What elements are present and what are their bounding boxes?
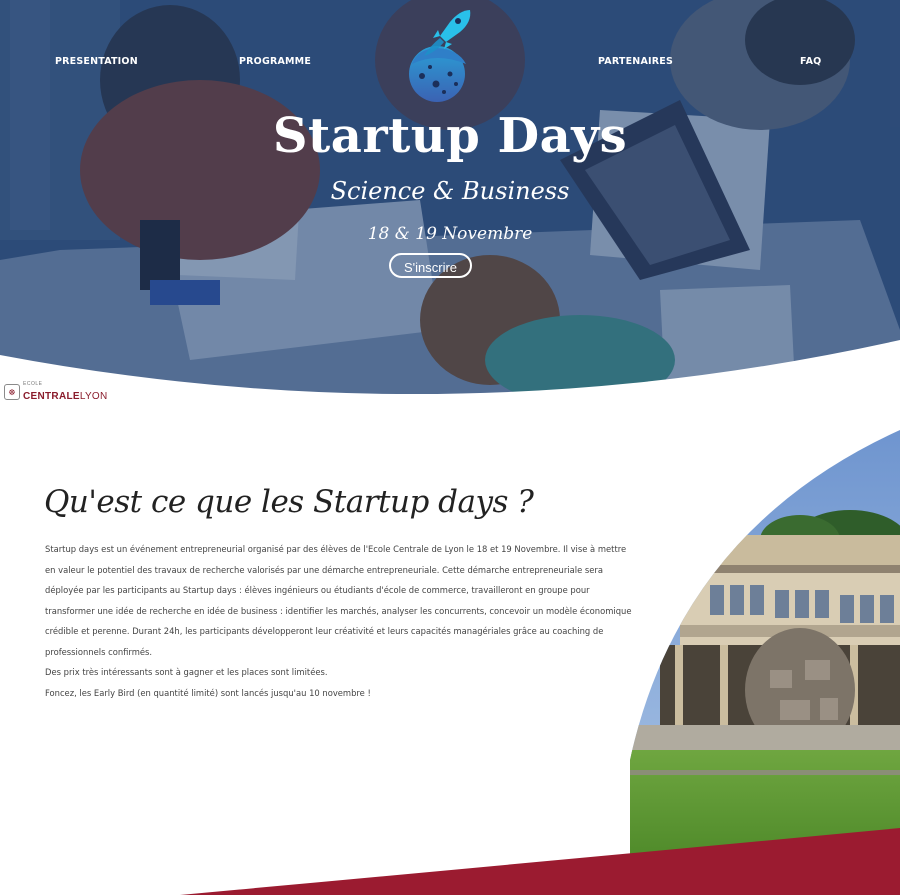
- nav-item-partenaires[interactable]: PARTENAIRES: [598, 56, 673, 67]
- campus-image: [630, 430, 900, 860]
- nav-item-presentation[interactable]: PRESENTATION: [55, 56, 138, 67]
- school-logo[interactable]: ☸ ECOLE CENTRALELYON: [4, 380, 108, 403]
- about-text: Startup days est un événement entreprene…: [45, 539, 635, 703]
- about-title: Qu'est ce que les Startup days ?: [44, 484, 534, 520]
- about-paragraph: Foncez, les Early Bird (en quantité limi…: [45, 687, 371, 698]
- about-paragraph: Startup days est un événement entreprene…: [45, 544, 632, 657]
- signup-button[interactable]: S'inscrire: [389, 253, 472, 278]
- hero-title: Startup Days: [272, 108, 628, 164]
- footer-band: [180, 828, 900, 895]
- rocket-icon[interactable]: [400, 4, 474, 102]
- crest-icon: ☸: [4, 384, 20, 400]
- hero-subtitle: Science & Business: [330, 177, 570, 205]
- hero-dates: 18 & 19 Novembre: [367, 224, 533, 244]
- nav-item-faq[interactable]: FAQ: [800, 56, 821, 67]
- school-name-lyon: LYON: [79, 390, 108, 402]
- about-paragraph: Des prix très intéressants sont à gagner…: [45, 667, 328, 677]
- school-logo-text: ECOLE CENTRALELYON: [23, 380, 108, 403]
- hero-section: PRESENTATION PROGRAMME PARTENAIRES FAQ S…: [0, 0, 900, 400]
- school-name-centrale: CENTRALE: [23, 390, 80, 402]
- school-logo-small: ECOLE: [23, 380, 43, 387]
- nav-item-programme[interactable]: PROGRAMME: [239, 56, 311, 67]
